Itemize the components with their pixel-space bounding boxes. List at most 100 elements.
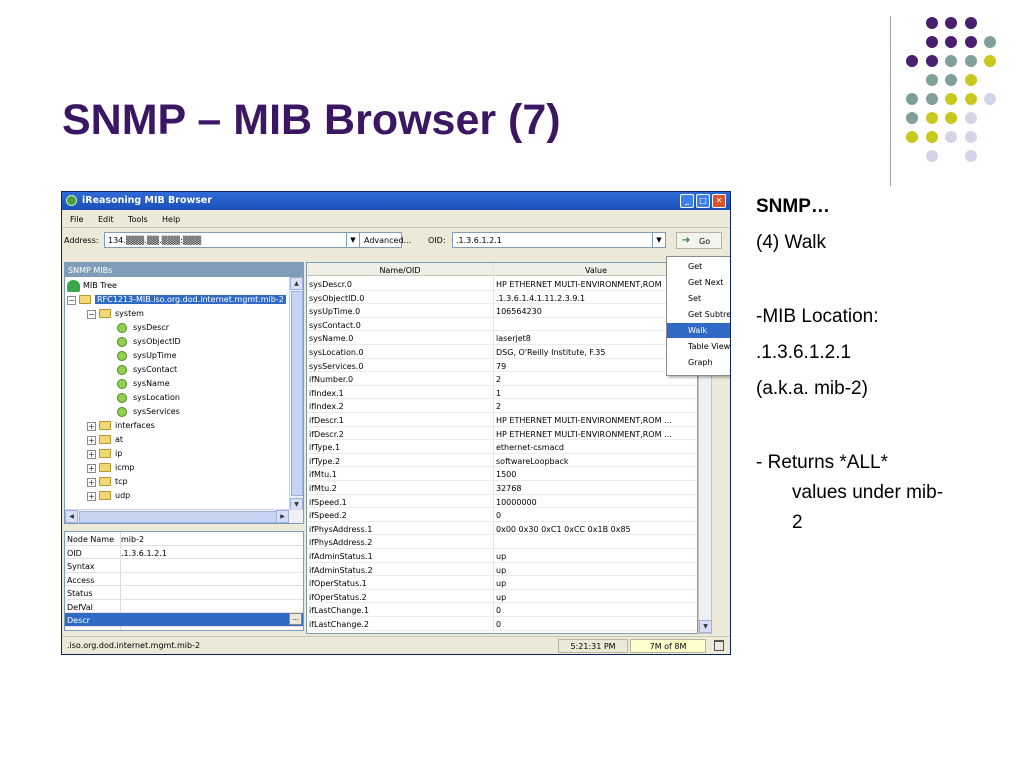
scroll-right-icon[interactable]: ▶: [276, 510, 289, 523]
table-row[interactable]: sysObjectID.0.1.3.6.1.4.1.11.2.3.9.1: [307, 291, 697, 305]
table-row[interactable]: ifType.1 ethernet-csmacd: [307, 440, 697, 454]
table-row[interactable]: sysUpTime.0 106564230: [307, 304, 697, 318]
tree-vertical-scrollbar[interactable]: ▲ ▼: [289, 277, 303, 511]
oid-dropdown-icon[interactable]: ▼: [652, 232, 666, 248]
table-row[interactable]: ifLastChange.2 0: [307, 617, 697, 631]
table-row[interactable]: ifMtu.1 1500: [307, 467, 697, 481]
tree-node-sysobjectid[interactable]: sysObjectID: [117, 335, 267, 349]
table-row[interactable]: ifIndex.1 1: [307, 386, 697, 400]
table-row[interactable]: sysName.0 laserjet8: [307, 331, 697, 345]
table-row[interactable]: ifInOctets.1741500316: [307, 631, 697, 633]
leaf-node-icon: [117, 323, 127, 333]
descr-expand-button[interactable]: ...: [289, 613, 302, 625]
cell-name-oid: ifLastChange.2: [309, 620, 369, 629]
menu-item-get-next[interactable]: Get Next: [667, 275, 730, 290]
folder-icon: [99, 463, 111, 472]
table-row[interactable]: ifOperStatus.2 up: [307, 590, 697, 604]
table-row[interactable]: ifNumber.0 2: [307, 372, 697, 386]
table-row[interactable]: sysServices.0 79: [307, 359, 697, 373]
tree-node-sysservices[interactable]: sysServices: [117, 405, 267, 419]
notes-heading: SNMP…: [756, 196, 830, 217]
menu-item-graph[interactable]: Graph: [667, 355, 730, 370]
table-row[interactable]: ifType.2 softwareLoopback: [307, 454, 697, 468]
notes-aka: (a.k.a. mib-2): [756, 378, 868, 399]
table-row[interactable]: ifOperStatus.1 up: [307, 576, 697, 590]
expand-icon[interactable]: +: [87, 436, 96, 445]
decorative-dot: [964, 36, 977, 48]
info-key: Syntax: [67, 562, 95, 571]
scroll-down-icon[interactable]: ▼: [699, 620, 712, 633]
advanced-button[interactable]: Advanced...: [364, 236, 411, 245]
info-row-descr[interactable]: Descr ...: [65, 613, 303, 627]
menu-item-get[interactable]: Get: [667, 259, 730, 274]
expand-icon[interactable]: +: [87, 492, 96, 501]
cell-name-oid: sysName.0: [309, 334, 354, 344]
window-titlebar[interactable]: iReasoning MIB Browser _ □ ✕: [62, 192, 730, 210]
tree-node-system[interactable]: system: [99, 307, 249, 321]
scroll-thumb[interactable]: [291, 291, 303, 496]
decorative-dot: [984, 36, 996, 48]
table-row[interactable]: ifMtu.2 32768: [307, 481, 697, 495]
address-dropdown-icon[interactable]: ▼: [346, 232, 360, 248]
cell-name-oid: sysDescr.0: [309, 280, 352, 289]
close-button[interactable]: ✕: [712, 194, 726, 208]
menu-bar: File Edit Tools Help: [62, 210, 730, 228]
menu-file[interactable]: File: [70, 215, 83, 224]
menu-edit[interactable]: Edit: [98, 215, 114, 224]
table-row[interactable]: ifDescr.1 HP ETHERNET MULTI-ENVIRONMENT,R…: [307, 413, 697, 427]
tree-node-sysname[interactable]: sysName: [117, 377, 267, 391]
menu-item-get-subtree[interactable]: Get Subtree: [667, 307, 730, 322]
expand-icon[interactable]: +: [87, 478, 96, 487]
decorative-dot: [925, 36, 938, 48]
menu-help[interactable]: Help: [162, 215, 180, 224]
tree-node-at[interactable]: at: [99, 433, 249, 447]
table-row[interactable]: ifPhysAddress.1 0x00 0x30 0xC1 0xCC 0x1B …: [307, 522, 697, 536]
table-row[interactable]: ifSpeed.2 0: [307, 508, 697, 522]
info-value: mib-2: [121, 535, 145, 544]
scroll-left-icon[interactable]: ◀: [65, 510, 78, 523]
garbage-collect-icon[interactable]: [714, 640, 724, 651]
tree-node-sysuptime[interactable]: sysUpTime: [117, 349, 267, 363]
info-key: DefVal: [67, 602, 93, 612]
tree-node-syslocation[interactable]: sysLocation: [117, 391, 267, 405]
expand-icon[interactable]: +: [87, 464, 96, 473]
go-button[interactable]: ➜ Go: [676, 232, 722, 249]
table-row[interactable]: ifLastChange.1 0: [307, 603, 697, 617]
table-row[interactable]: ifAdminStatus.1 up: [307, 549, 697, 563]
table-row[interactable]: sysLocation.0 DSG, O'Reilly Institute, F.…: [307, 345, 697, 359]
table-row[interactable]: sysDescr.0 HP ETHERNET MULTI-ENVIRONMENT,…: [307, 277, 697, 291]
minimize-button[interactable]: _: [680, 194, 694, 208]
table-row[interactable]: ifPhysAddress.2: [307, 535, 697, 549]
collapse-icon[interactable]: −: [87, 310, 96, 319]
oid-input[interactable]: .1.3.6.1.2.1: [452, 232, 666, 248]
menu-item-walk[interactable]: Walk: [667, 323, 730, 338]
cell-name-oid: ifSpeed.1: [309, 497, 347, 507]
menu-item-table-view[interactable]: Table View: [667, 339, 730, 354]
maximize-button[interactable]: □: [696, 194, 710, 208]
scroll-up-icon[interactable]: ▲: [290, 277, 303, 290]
scroll-thumb[interactable]: [79, 511, 279, 523]
table-row[interactable]: ifAdminStatus.2 up: [307, 563, 697, 577]
tree-node-tcp[interactable]: tcp: [99, 475, 249, 489]
tree-node-ip[interactable]: ip: [99, 447, 249, 461]
tree-node-root[interactable]: MIB Tree: [67, 279, 267, 293]
table-row[interactable]: ifDescr.2 HP ETHERNET MULTI-ENVIRONMENT,R…: [307, 427, 697, 441]
tree-node-udp[interactable]: udp: [99, 489, 249, 503]
table-row[interactable]: ifIndex.2 2: [307, 399, 697, 413]
expand-icon[interactable]: +: [87, 422, 96, 431]
collapse-icon[interactable]: −: [67, 296, 76, 305]
column-header-name-oid[interactable]: Name/OID: [307, 263, 494, 276]
expand-icon[interactable]: +: [87, 450, 96, 459]
table-row[interactable]: ifSpeed.1 10000000: [307, 495, 697, 509]
tree-node-rfc1213-mib[interactable]: RFC1213-MIB.iso.org.dod.internet.mgmt.mi…: [79, 293, 301, 307]
table-row[interactable]: sysContact.0: [307, 318, 697, 332]
menu-item-set[interactable]: Set: [667, 291, 730, 306]
tree-node-interfaces[interactable]: interfaces: [99, 419, 249, 433]
decorative-dot: [906, 55, 918, 67]
tree-node-sysdescr[interactable]: sysDescr: [117, 321, 267, 335]
menu-tools[interactable]: Tools: [128, 215, 148, 224]
leaf-node-icon: [117, 337, 127, 347]
tree-node-icmp[interactable]: icmp: [99, 461, 249, 475]
tree-horizontal-scrollbar[interactable]: ◀ ▶: [65, 509, 303, 523]
tree-node-syscontact[interactable]: sysContact: [117, 363, 267, 377]
